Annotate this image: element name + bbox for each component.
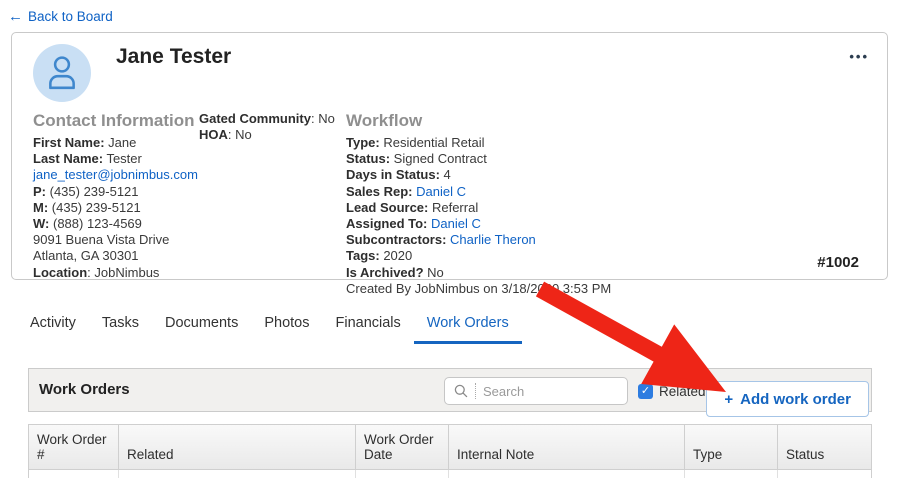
- plus-icon: +: [724, 390, 734, 408]
- person-icon: [49, 56, 75, 90]
- column-internal-note[interactable]: Internal Note: [449, 425, 685, 469]
- column-type[interactable]: Type: [685, 425, 778, 469]
- search-input[interactable]: [483, 383, 627, 399]
- contact-info-column: Contact Information First Name: Jane Las…: [33, 111, 198, 281]
- email-link[interactable]: jane_tester@jobnimbus.com: [33, 167, 198, 182]
- field-assigned-to: Assigned To: Daniel C: [346, 216, 481, 232]
- field-hoa: HOA: No: [199, 127, 252, 143]
- field-tags: Tags: 2020: [346, 248, 413, 264]
- column-related[interactable]: Related: [119, 425, 356, 469]
- contact-card: Jane Tester ••• #1002 Contact Informatio…: [11, 32, 888, 296]
- avatar: [33, 44, 91, 102]
- back-arrow-icon: ←: [8, 8, 23, 25]
- community-column: Gated Community: No HOA: No: [199, 111, 344, 143]
- tab-photos[interactable]: Photos: [251, 311, 322, 344]
- tab-documents[interactable]: Documents: [152, 311, 251, 344]
- tab-financials[interactable]: Financials: [323, 311, 414, 344]
- field-location: Location: JobNimbus: [33, 264, 160, 280]
- field-gated-community: Gated Community: No: [199, 111, 335, 126]
- back-to-board-link[interactable]: ← Back to Board: [8, 8, 113, 25]
- tab-tasks[interactable]: Tasks: [89, 311, 152, 344]
- search-box[interactable]: [444, 377, 628, 405]
- related-filter: ✓ Related: [638, 369, 706, 413]
- tab-work-orders[interactable]: Work Orders: [413, 311, 522, 344]
- tab-activity[interactable]: Activity: [17, 311, 89, 344]
- field-sales-rep: Sales Rep: Daniel C: [346, 183, 466, 199]
- related-checkbox[interactable]: ✓: [638, 383, 653, 399]
- add-work-order-button[interactable]: + Add work order: [706, 381, 869, 417]
- column-work-order-date[interactable]: Work Order Date: [356, 425, 449, 469]
- contact-name: Jane Tester: [116, 45, 232, 68]
- field-days-in-status: Days in Status: 4: [346, 167, 451, 183]
- back-link-label: Back to Board: [28, 9, 113, 24]
- workflow-heading: Workflow: [346, 111, 423, 130]
- field-lead-source: Lead Source: Referral: [346, 199, 479, 215]
- subcontractor-link[interactable]: Charlie Theron: [450, 232, 536, 247]
- contact-info-heading: Contact Information: [33, 111, 195, 130]
- field-created-by: Created By JobNimbus on 3/18/2020 3:53 P…: [346, 280, 612, 296]
- work-orders-table-header: Work Order # Related Work Order Date Int…: [28, 424, 872, 470]
- workflow-column: Workflow Type: Residential Retail Status…: [346, 111, 636, 297]
- search-icon: [454, 384, 468, 398]
- related-label: Related: [659, 383, 706, 399]
- field-address-city: Atlanta, GA 30301: [33, 248, 139, 264]
- column-work-order-number[interactable]: Work Order #: [29, 425, 119, 469]
- sales-rep-link[interactable]: Daniel C: [416, 184, 466, 199]
- field-type: Type: Residential Retail: [346, 135, 485, 150]
- panel-header-bar: Work Orders ✓ Related + Add work order: [28, 368, 872, 417]
- ellipsis-menu-icon[interactable]: •••: [849, 49, 869, 64]
- search-divider: [475, 383, 476, 399]
- assigned-to-link[interactable]: Daniel C: [431, 216, 481, 231]
- panel-title: Work Orders: [39, 381, 130, 398]
- field-address-street: 9091 Buena Vista Drive: [33, 232, 170, 248]
- field-phone-p: P: (435) 239-5121: [33, 183, 139, 199]
- column-status[interactable]: Status: [778, 425, 871, 469]
- field-subcontractors: Subcontractors: Charlie Theron: [346, 232, 536, 248]
- record-number: #1002: [817, 254, 859, 271]
- field-email: jane_tester@jobnimbus.com: [33, 167, 198, 183]
- field-is-archived: Is Archived? No: [346, 264, 444, 280]
- field-first-name: First Name: Jane: [33, 135, 137, 150]
- field-phone-m: M: (435) 239-5121: [33, 199, 141, 215]
- add-work-order-label: Add work order: [740, 390, 851, 408]
- field-status: Status: Signed Contract: [346, 151, 487, 167]
- work-orders-panel: Work Orders ✓ Related + Add work order W…: [28, 368, 872, 478]
- field-last-name: Last Name: Tester: [33, 151, 142, 167]
- tab-bar: Activity Tasks Documents Photos Financia…: [17, 311, 522, 344]
- field-phone-w: W: (888) 123-4569: [33, 216, 142, 232]
